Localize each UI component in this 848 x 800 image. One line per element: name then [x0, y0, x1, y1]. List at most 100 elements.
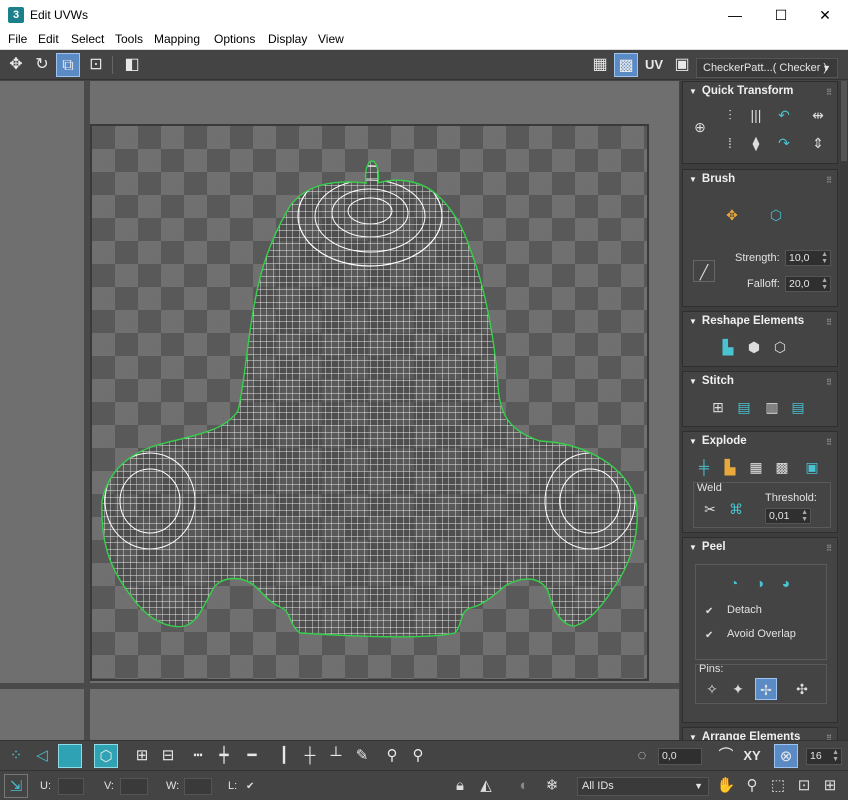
- zoom-extents-icon[interactable]: ⊡: [792, 774, 816, 798]
- freeze-icon[interactable]: ❄: [540, 774, 564, 798]
- menu-view[interactable]: View: [318, 32, 344, 46]
- align-horizontal-icon[interactable]: ⫶: [719, 104, 741, 126]
- scale-icon[interactable]: ⧉: [56, 53, 80, 77]
- move-icon[interactable]: ✥: [4, 53, 28, 77]
- lock-icon[interactable]: 🔒︎: [448, 774, 472, 798]
- shrink-brush-icon[interactable]: ⚲: [406, 744, 430, 768]
- distribute-h-icon[interactable]: ⇹: [807, 104, 829, 126]
- unfold-icon[interactable]: ⬡: [769, 336, 791, 358]
- explode-by-smoothing-icon[interactable]: ▦: [745, 456, 767, 478]
- w-field[interactable]: [184, 778, 212, 795]
- shrink-selection-icon[interactable]: ⊟: [156, 744, 180, 768]
- menu-options[interactable]: Options: [214, 32, 255, 46]
- zoom-icon[interactable]: ⚲: [740, 774, 764, 798]
- lock-checkbox[interactable]: ✔: [246, 781, 257, 792]
- material-id-dropdown[interactable]: All IDs ▼: [577, 777, 709, 796]
- checker-map-dropdown[interactable]: CheckerPatt...( Checker ) ▼: [696, 58, 838, 78]
- hide-icon[interactable]: ◭: [474, 774, 498, 798]
- soft-selection-icon[interactable]: ◌: [630, 744, 654, 768]
- mirror-icon[interactable]: ◧: [120, 53, 144, 77]
- shrink-ring-icon[interactable]: ┴: [324, 744, 348, 768]
- brush-header[interactable]: ▼ Brush ⠿: [683, 170, 837, 188]
- panel-scrollbar-thumb[interactable]: [841, 81, 847, 161]
- rotate-icon[interactable]: ↻: [30, 53, 54, 77]
- pin-icon[interactable]: ✧: [701, 678, 723, 700]
- checker-show-icon[interactable]: ▩: [614, 53, 638, 77]
- distribute-v-icon[interactable]: ⇕: [807, 132, 829, 154]
- uv-editor-viewport[interactable]: [0, 81, 679, 740]
- peel-mode-icon[interactable]: ◑: [749, 572, 771, 594]
- show-icon[interactable]: ◐: [512, 774, 536, 798]
- menu-display[interactable]: Display: [268, 32, 307, 46]
- stitch-custom-icon[interactable]: ⊞: [707, 396, 729, 418]
- explode-to-elements-icon[interactable]: ▣: [801, 456, 823, 478]
- peel-header[interactable]: ▼ Peel ⠿: [683, 538, 837, 556]
- menu-tools[interactable]: Tools: [115, 32, 143, 46]
- checker-map-icon[interactable]: ▣: [670, 53, 694, 77]
- quick-peel-icon[interactable]: ◔: [723, 572, 745, 594]
- checker-grid-icon[interactable]: ▦: [588, 53, 612, 77]
- angle-field[interactable]: 0,0: [658, 748, 702, 765]
- strength-spinner[interactable]: 10,0 ▲ ▼: [785, 250, 831, 266]
- element-mode-icon[interactable]: ⬡: [94, 744, 118, 768]
- grow-selection-icon[interactable]: ⊞: [130, 744, 154, 768]
- space-vertical-icon[interactable]: ⧫: [745, 132, 767, 154]
- snap-icon[interactable]: ⊗: [774, 744, 798, 768]
- explode-header[interactable]: ▼ Explode ⠿: [683, 432, 837, 450]
- zoom-region-icon[interactable]: ⬚: [766, 774, 790, 798]
- break-icon[interactable]: ╪: [693, 456, 715, 478]
- menu-select[interactable]: Select: [71, 32, 104, 46]
- shrink-loop-icon[interactable]: ━: [240, 744, 264, 768]
- polygon-mode-icon[interactable]: [58, 744, 82, 768]
- weld-all-icon[interactable]: ⌘: [725, 498, 747, 520]
- edge-loop-icon[interactable]: ┅: [186, 744, 210, 768]
- absolute-offset-icon[interactable]: ⇲: [4, 774, 28, 798]
- zoom-selected-icon[interactable]: ⊞: [818, 774, 842, 798]
- grow-ring-icon[interactable]: ┼: [298, 744, 322, 768]
- unpin-icon[interactable]: ✦: [727, 678, 749, 700]
- vertex-mode-icon[interactable]: ⁘: [4, 744, 28, 768]
- uv-mesh[interactable]: [0, 81, 679, 740]
- explode-by-material-icon[interactable]: ▩: [771, 456, 793, 478]
- falloff-spinner[interactable]: 20,0 ▲ ▼: [785, 276, 831, 292]
- align-to-center-icon[interactable]: ⊕: [689, 116, 711, 138]
- maximize-button[interactable]: ☐: [758, 0, 804, 30]
- stitch-header[interactable]: ▼ Stitch ⠿: [683, 372, 837, 390]
- select-pins-icon[interactable]: ✣: [791, 678, 813, 700]
- edge-ring-icon[interactable]: ┃: [272, 744, 296, 768]
- pan-icon[interactable]: ✋: [714, 774, 738, 798]
- align-vertical-icon[interactable]: ⁞: [719, 132, 741, 154]
- paint-select-icon[interactable]: ✎: [350, 744, 374, 768]
- grid-size-field[interactable]: 16 ▲ ▼: [806, 748, 842, 765]
- freeform-icon[interactable]: ⊡: [84, 53, 108, 77]
- minimize-button[interactable]: —: [712, 0, 758, 30]
- grow-loop-icon[interactable]: ┿: [212, 744, 236, 768]
- uv-map-icon[interactable]: UV: [642, 53, 666, 77]
- close-button[interactable]: ✕: [802, 0, 848, 30]
- paint-move-icon[interactable]: ✥: [721, 204, 743, 226]
- reshape-elements-header[interactable]: ▼ Reshape Elements ⠿: [683, 312, 837, 330]
- enlarge-brush-icon[interactable]: ⚲: [380, 744, 404, 768]
- reset-peel-icon[interactable]: ◕: [775, 572, 797, 594]
- rotate-ccw-icon[interactable]: ↶: [773, 104, 795, 126]
- v-field[interactable]: [120, 778, 148, 795]
- panel-scrollbar[interactable]: [840, 81, 848, 740]
- relax-icon[interactable]: ⬢: [743, 336, 765, 358]
- xy-toggle[interactable]: XY: [738, 744, 766, 768]
- avoid-overlap-checkbox[interactable]: ✔: [705, 630, 716, 641]
- stitch-average-icon[interactable]: ▥: [761, 396, 783, 418]
- auto-pin-icon[interactable]: ✢: [755, 678, 777, 700]
- rotate-cw-icon[interactable]: ↷: [773, 132, 795, 154]
- threshold-spinner[interactable]: 0,01 ▲ ▼: [765, 508, 811, 524]
- space-horizontal-icon[interactable]: |||: [745, 104, 767, 126]
- straighten-icon[interactable]: ▙: [717, 336, 739, 358]
- edge-mode-icon[interactable]: ◁: [30, 744, 54, 768]
- menu-file[interactable]: File: [8, 32, 27, 46]
- u-field[interactable]: [58, 778, 84, 795]
- detach-checkbox[interactable]: ✔: [705, 606, 716, 617]
- quick-transform-header[interactable]: ▼ Quick Transform ⠿: [683, 82, 837, 100]
- arrange-elements-header[interactable]: ▼ Arrange Elements ⠿: [683, 728, 837, 740]
- falloff-curve-icon[interactable]: ⌒: [714, 744, 738, 768]
- detach-edge-verts-icon[interactable]: ▙: [719, 456, 741, 478]
- brush-falloff-icon[interactable]: ╱: [693, 260, 715, 282]
